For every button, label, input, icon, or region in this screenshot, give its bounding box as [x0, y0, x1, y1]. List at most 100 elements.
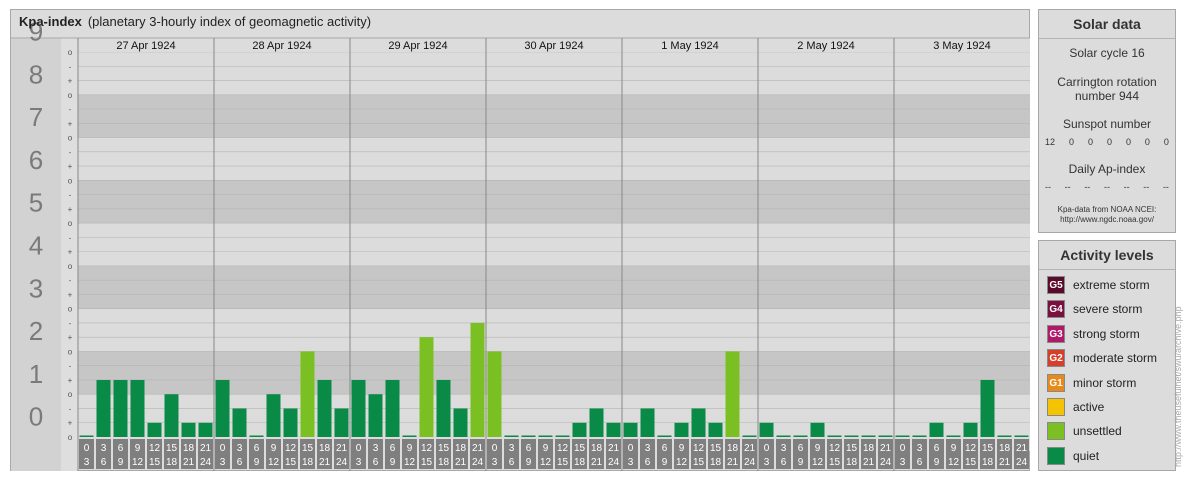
interval-start-label: 0: [220, 443, 226, 454]
interval-end-label: 12: [268, 457, 280, 468]
interval-end-label: 21: [319, 457, 331, 468]
level-label-g1: minor storm: [1073, 376, 1137, 390]
kp-bar: [283, 408, 298, 437]
interval-start-label: 3: [917, 443, 923, 454]
y-tick-label: 3: [29, 273, 43, 303]
sunspot-value: 0: [1163, 137, 1169, 147]
chart-title-subtitle: (planetary 3-hourly index of geomagnetic…: [87, 14, 372, 29]
y-tick-label: 7: [29, 102, 43, 132]
kp-bar: [504, 435, 519, 437]
interval-start-label: 6: [526, 443, 532, 454]
interval-start-label: 21: [880, 443, 892, 454]
interval-start-label: 12: [829, 443, 841, 454]
day-label: 1 May 1924: [661, 40, 718, 52]
kp-bar: [266, 394, 281, 437]
interval-start-label: 21: [608, 443, 620, 454]
interval-start-label: 12: [693, 443, 705, 454]
y-minor-label: o: [68, 433, 73, 442]
ap-value: --: [1143, 182, 1150, 192]
day-label: 28 Apr 1924: [252, 40, 311, 52]
kp-bar: [113, 379, 128, 437]
kpa-chart-panel: 0 1 2 3 4 5 6 7 8 9 o + - o + - o + - o + - o + - o + - o + - o + - o + - o 27…: [10, 9, 1030, 471]
solar-title-divider: [1039, 38, 1175, 39]
interval-start-label: 21: [336, 443, 348, 454]
y-minor-label: -: [69, 105, 72, 114]
interval-start-label: 21: [1016, 443, 1028, 454]
day-label: 3 May 1924: [933, 40, 990, 52]
interval-start-label: 21: [744, 443, 756, 454]
sunspot-value: 0: [1144, 137, 1150, 147]
kp-band: [78, 223, 1030, 266]
kp-bar: [912, 435, 927, 437]
kp-band: [78, 180, 1030, 224]
y-minor-label: o: [68, 134, 73, 143]
kp-bar: [470, 322, 485, 437]
interval-start-label: 6: [118, 443, 124, 454]
ap-value: --: [1064, 182, 1071, 192]
y-minor-label: -: [69, 191, 72, 200]
interval-end-label: 3: [84, 457, 90, 468]
interval-end-label: 12: [812, 457, 824, 468]
level-row-unsettled: unsettled: [1047, 422, 1122, 440]
ap-value: --: [1084, 182, 1091, 192]
interval-start-label: 15: [302, 443, 314, 454]
interval-end-label: 15: [829, 457, 841, 468]
interval-end-label: 6: [509, 457, 515, 468]
interval-start-label: 3: [509, 443, 515, 454]
levels-title-divider: [1039, 269, 1175, 270]
level-label-g5: extreme storm: [1073, 278, 1150, 292]
interval-start-label: 9: [543, 443, 549, 454]
interval-start-label: 3: [781, 443, 787, 454]
kp-bar: [181, 422, 196, 437]
interval-start-label: 6: [934, 443, 940, 454]
interval-end-label: 12: [404, 457, 416, 468]
carrington-line2: number 944: [1074, 89, 1140, 103]
data-credit-link[interactable]: http://www.ngdc.noaa.gov/: [1039, 215, 1175, 225]
kp-bar: [997, 435, 1012, 437]
kp-bar: [555, 435, 570, 437]
kp-bar: [895, 435, 910, 437]
kp-bar: [606, 422, 621, 437]
y-minor-label: +: [68, 419, 73, 428]
y-minor-label: -: [69, 233, 72, 242]
ap-index-title: Daily Ap-index: [1068, 162, 1146, 176]
interval-start-label: 12: [285, 443, 297, 454]
kp-bar: [589, 408, 604, 437]
interval-end-label: 3: [356, 457, 362, 468]
carrington-line1: Carrington rotation: [1057, 75, 1157, 89]
y-minor-label: o: [68, 262, 73, 271]
level-swatch-g5: G5: [1047, 276, 1065, 294]
watermark: http://www.theusefulnet/swu/archive.php: [1173, 306, 1183, 467]
solar-data-title: Solar data: [1073, 16, 1141, 32]
level-row-g4: G4 severe storm: [1047, 300, 1142, 318]
kp-bar: [640, 408, 655, 437]
y-minor-label: +: [68, 119, 73, 128]
kp-bar: [317, 379, 332, 437]
kp-bar: [708, 422, 723, 437]
level-swatch-quiet: [1047, 447, 1065, 465]
sunspot-values: 12 0 0 0 0 0 0: [1045, 137, 1169, 147]
interval-end-label: 9: [934, 457, 940, 468]
interval-start-label: 18: [591, 443, 603, 454]
interval-start-label: 0: [764, 443, 770, 454]
interval-end-label: 24: [200, 457, 212, 468]
data-credit-line1: Kpa-data from NOAA NCEI:: [1057, 205, 1157, 214]
interval-end-label: 3: [628, 457, 634, 468]
kp-bar: [861, 435, 876, 437]
interval-end-label: 15: [693, 457, 705, 468]
kp-bar: [130, 379, 145, 437]
interval-start-label: 6: [798, 443, 804, 454]
interval-end-label: 18: [302, 457, 314, 468]
kp-band: [78, 137, 1030, 181]
y-minor-label: -: [69, 62, 72, 71]
interval-end-label: 21: [863, 457, 875, 468]
interval-end-label: 12: [540, 457, 552, 468]
interval-end-label: 18: [710, 457, 722, 468]
day-label: 29 Apr 1924: [388, 40, 447, 52]
kp-bar: [487, 351, 502, 437]
interval-start-label: 18: [455, 443, 467, 454]
day-label: 2 May 1924: [797, 40, 854, 52]
kp-bar: [96, 379, 111, 437]
sunspot-value: 0: [1125, 137, 1131, 147]
kp-band: [78, 308, 1030, 352]
